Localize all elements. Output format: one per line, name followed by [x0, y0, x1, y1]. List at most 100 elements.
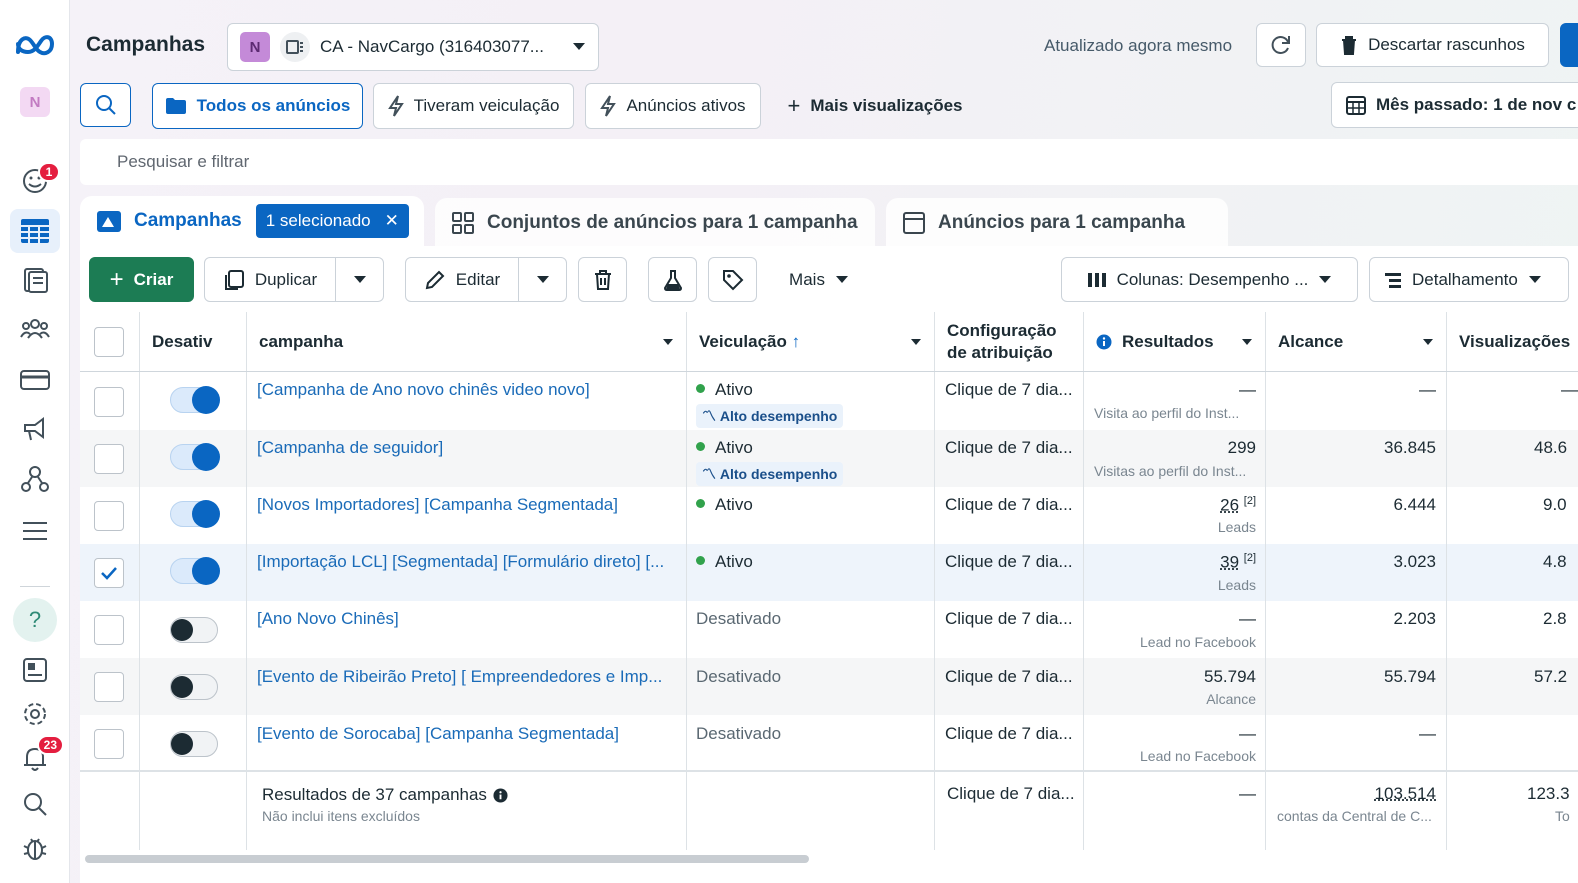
nav-business-tools[interactable] — [10, 457, 60, 501]
duplicate-icon — [224, 269, 244, 290]
nav-notifications[interactable]: 23 — [10, 735, 64, 781]
row-checkbox[interactable] — [94, 444, 124, 474]
campaign-name-link[interactable]: [Novos Importadores] [Campanha Segmentad… — [257, 495, 682, 552]
row-checkbox[interactable] — [94, 387, 124, 417]
profile-avatar[interactable]: N — [20, 87, 50, 117]
results-label: Leads — [1217, 519, 1256, 535]
attribution-cell: Clique de 7 dia... — [945, 380, 1073, 399]
ab-test-button[interactable] — [648, 257, 697, 302]
search-icon — [24, 793, 47, 816]
edit-label: Editar — [455, 269, 501, 289]
campaign-name-link[interactable]: [Ano Novo Chinês] — [257, 609, 682, 666]
header-off[interactable]: Desativ — [140, 312, 246, 372]
search-filter-input[interactable]: Pesquisar e filtrar — [80, 139, 1578, 185]
row-toggle[interactable] — [170, 731, 218, 757]
campaign-name-link[interactable]: [Evento de Ribeirão Preto] [ Empreendedo… — [257, 667, 682, 724]
account-picker[interactable]: N CA - NavCargo (316403077... — [227, 23, 599, 71]
nav-pages[interactable] — [10, 648, 60, 692]
refresh-button[interactable] — [1256, 23, 1306, 67]
tags-button[interactable] — [708, 257, 757, 302]
header-delivery-label: Veiculação — [699, 332, 787, 351]
row-toggle[interactable] — [170, 617, 218, 643]
badge-label: Alto desempenho — [719, 408, 838, 424]
nav-reports[interactable] — [10, 258, 60, 302]
view-active-ads[interactable]: Anúncios ativos — [585, 83, 761, 129]
nav-report-bug[interactable] — [10, 826, 60, 870]
header-reach[interactable]: Alcance — [1266, 312, 1446, 372]
tab-ad-sets-label: Conjuntos de anúncios para 1 campanha — [487, 212, 858, 233]
views-value: 48.6 — [1534, 438, 1568, 457]
header-attribution[interactable]: Configuração de atribuição — [935, 312, 1083, 372]
caret-down-icon — [1423, 339, 1433, 345]
duplicate-button[interactable]: Duplicar — [204, 257, 336, 302]
delete-button[interactable] — [578, 257, 627, 302]
row-toggle[interactable] — [170, 500, 220, 528]
columns-dropdown[interactable]: Colunas: Desempenho ... — [1061, 257, 1358, 302]
row-checkbox[interactable] — [94, 729, 124, 759]
nav-advertise[interactable] — [10, 407, 60, 451]
nav-overview[interactable]: 1 — [10, 158, 60, 202]
nav-settings[interactable] — [10, 692, 60, 736]
info-icon[interactable] — [493, 787, 508, 803]
columns-label: Colunas: Desempenho ... — [1116, 269, 1309, 289]
campaign-name-link[interactable]: [Campanha de seguidor] — [257, 438, 682, 495]
header-campaign[interactable]: campanha — [247, 312, 686, 372]
nav-menu[interactable] — [10, 509, 60, 553]
columns-icon — [1087, 272, 1106, 287]
row-checkbox-checked[interactable] — [94, 558, 124, 588]
close-icon[interactable]: ✕ — [385, 211, 399, 231]
discard-drafts-button[interactable]: Descartar rascunhos — [1316, 23, 1549, 67]
header-results[interactable]: Resultados — [1084, 312, 1265, 372]
people-group-icon — [20, 319, 50, 339]
header-views[interactable]: Visualizações — [1447, 312, 1578, 372]
breakdown-dropdown[interactable]: Detalhamento — [1369, 257, 1569, 302]
row-toggle[interactable] — [170, 557, 220, 585]
selected-chip[interactable]: 1 selecionado ✕ — [255, 204, 409, 238]
tab-ad-sets[interactable]: Conjuntos de anúncios para 1 campanha — [435, 198, 875, 248]
nav-search[interactable] — [10, 782, 60, 826]
nav-campaigns[interactable] — [10, 209, 60, 253]
tab-campaigns[interactable]: Campanhas 1 selecionado ✕ — [80, 196, 424, 246]
select-all-checkbox[interactable] — [94, 327, 124, 357]
campaign-name-link[interactable]: [Campanha de Ano novo chinês video novo] — [257, 380, 682, 437]
row-checkbox[interactable] — [94, 615, 124, 645]
help-button[interactable]: ? — [13, 598, 57, 642]
search-icon — [95, 95, 116, 115]
megaphone-icon — [24, 417, 44, 441]
nav-billing[interactable] — [10, 358, 60, 402]
date-range-picker[interactable]: Mês passado: 1 de nov c — [1331, 82, 1578, 128]
view-had-delivery[interactable]: Tiveram veiculação — [373, 83, 574, 129]
nav-audiences[interactable] — [10, 307, 60, 351]
search-toggle-button[interactable] — [80, 83, 131, 127]
edit-dropdown[interactable] — [518, 257, 567, 302]
trend-up-icon: 〽 — [702, 408, 716, 424]
row-toggle[interactable] — [170, 674, 218, 700]
publish-button[interactable] — [1560, 23, 1578, 67]
row-checkbox[interactable] — [94, 501, 124, 531]
edit-button[interactable]: Editar — [405, 257, 519, 302]
view-all-ads[interactable]: Todos os anúncios — [152, 83, 363, 129]
horizontal-scrollbar[interactable] — [85, 855, 809, 863]
view-active-ads-label: Anúncios ativos — [626, 96, 746, 115]
views-value: 4.8 — [1543, 552, 1567, 571]
checkmark-icon — [101, 567, 117, 580]
attribution-cell: Clique de 7 dia... — [945, 552, 1073, 571]
header-reach-label: Alcance — [1278, 332, 1344, 351]
campaign-name-link[interactable]: [Evento de Sorocaba] [Campanha Segmentad… — [257, 724, 682, 781]
left-navigation: N 1 ? 23 — [0, 0, 70, 883]
campaign-name-link[interactable]: [Importação LCL] [Segmentada] [Formulári… — [257, 552, 682, 609]
row-checkbox[interactable] — [94, 672, 124, 702]
duplicate-dropdown[interactable] — [335, 257, 384, 302]
attribution-cell: Clique de 7 dia... — [945, 495, 1073, 514]
row-toggle[interactable] — [170, 443, 220, 471]
meta-logo-icon[interactable] — [14, 30, 56, 60]
more-actions-button[interactable]: Mais — [775, 257, 863, 302]
create-button[interactable]: + Criar — [89, 257, 194, 302]
tab-ads[interactable]: Anúncios para 1 campanha — [886, 198, 1228, 248]
header-delivery[interactable]: Veiculação ↑ — [687, 312, 934, 372]
results-label: Visita ao perfil do Inst... — [1094, 405, 1240, 421]
caret-down-icon — [1528, 276, 1541, 283]
more-views-button[interactable]: + Mais visualizações — [775, 83, 975, 129]
caret-down-icon — [663, 339, 673, 345]
row-toggle[interactable] — [170, 386, 220, 414]
